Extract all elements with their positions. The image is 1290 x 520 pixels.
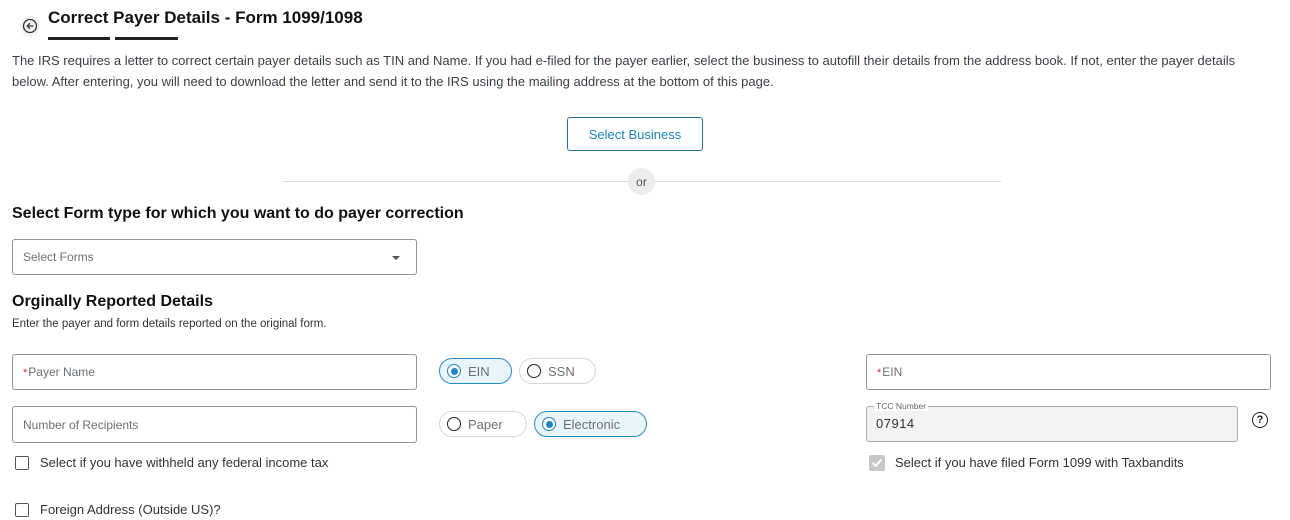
ein-placeholder: EIN <box>882 365 903 379</box>
filed-with-taxbandits-label: Select if you have filed Form 1099 with … <box>895 455 1184 470</box>
recipients-placeholder: Number of Recipients <box>23 417 139 432</box>
required-marker: * <box>23 367 28 379</box>
radio-unselected-icon <box>527 364 541 378</box>
question-circle-icon[interactable]: ? <box>1252 412 1268 428</box>
paper-radio-label: Paper <box>468 416 503 432</box>
back-arrow-glyph <box>22 18 38 34</box>
page-title: Correct Payer Details - Form 1099/1098 <box>48 8 363 27</box>
foreign-address-label: Foreign Address (Outside US)? <box>40 502 221 517</box>
title-underline-right <box>115 37 178 40</box>
caret-down-icon <box>392 256 400 260</box>
tcc-number-label: TCC Number <box>874 401 929 411</box>
select-forms-placeholder: Select Forms <box>23 250 94 264</box>
payer-name-placeholder: Payer Name <box>28 365 95 379</box>
radio-selected-icon <box>447 364 461 378</box>
ein-field[interactable]: * EIN <box>866 354 1271 390</box>
radio-unselected-icon <box>447 417 461 431</box>
foreign-address-checkbox[interactable] <box>15 503 29 517</box>
tcc-number-field <box>866 406 1238 442</box>
electronic-radio[interactable]: Electronic <box>534 411 647 437</box>
or-badge: or <box>628 168 655 195</box>
select-forms-dropdown[interactable]: Select Forms <box>12 239 417 275</box>
ein-radio-label: EIN <box>468 363 490 379</box>
withheld-tax-checkbox[interactable] <box>15 456 29 470</box>
required-marker: * <box>877 367 882 379</box>
form-type-heading: Select Form type for which you want to d… <box>12 205 464 222</box>
ssn-radio[interactable]: SSN <box>519 358 596 384</box>
select-business-button[interactable]: Select Business <box>567 117 703 151</box>
number-of-recipients-field[interactable]: Number of Recipients <box>12 406 417 443</box>
paper-radio[interactable]: Paper <box>439 411 527 437</box>
tcc-number-value: 07914 <box>876 416 915 431</box>
payer-name-field[interactable]: * Payer Name <box>12 354 417 390</box>
arrow-left-circle-icon[interactable] <box>20 16 40 36</box>
ein-radio[interactable]: EIN <box>439 358 512 384</box>
original-details-heading: Orginally Reported Details <box>12 293 213 310</box>
checkmark-icon <box>872 459 882 467</box>
withheld-tax-label: Select if you have withheld any federal … <box>40 455 329 470</box>
filed-with-taxbandits-checkbox[interactable] <box>869 455 885 471</box>
intro-text: The IRS requires a letter to correct cer… <box>12 53 1236 89</box>
ssn-radio-label: SSN <box>548 363 575 379</box>
radio-selected-icon <box>542 417 556 431</box>
help-glyph: ? <box>1256 414 1264 426</box>
original-details-subheading: Enter the payer and form details reporte… <box>12 318 327 330</box>
electronic-radio-label: Electronic <box>563 416 621 432</box>
title-underline-left <box>48 37 110 40</box>
